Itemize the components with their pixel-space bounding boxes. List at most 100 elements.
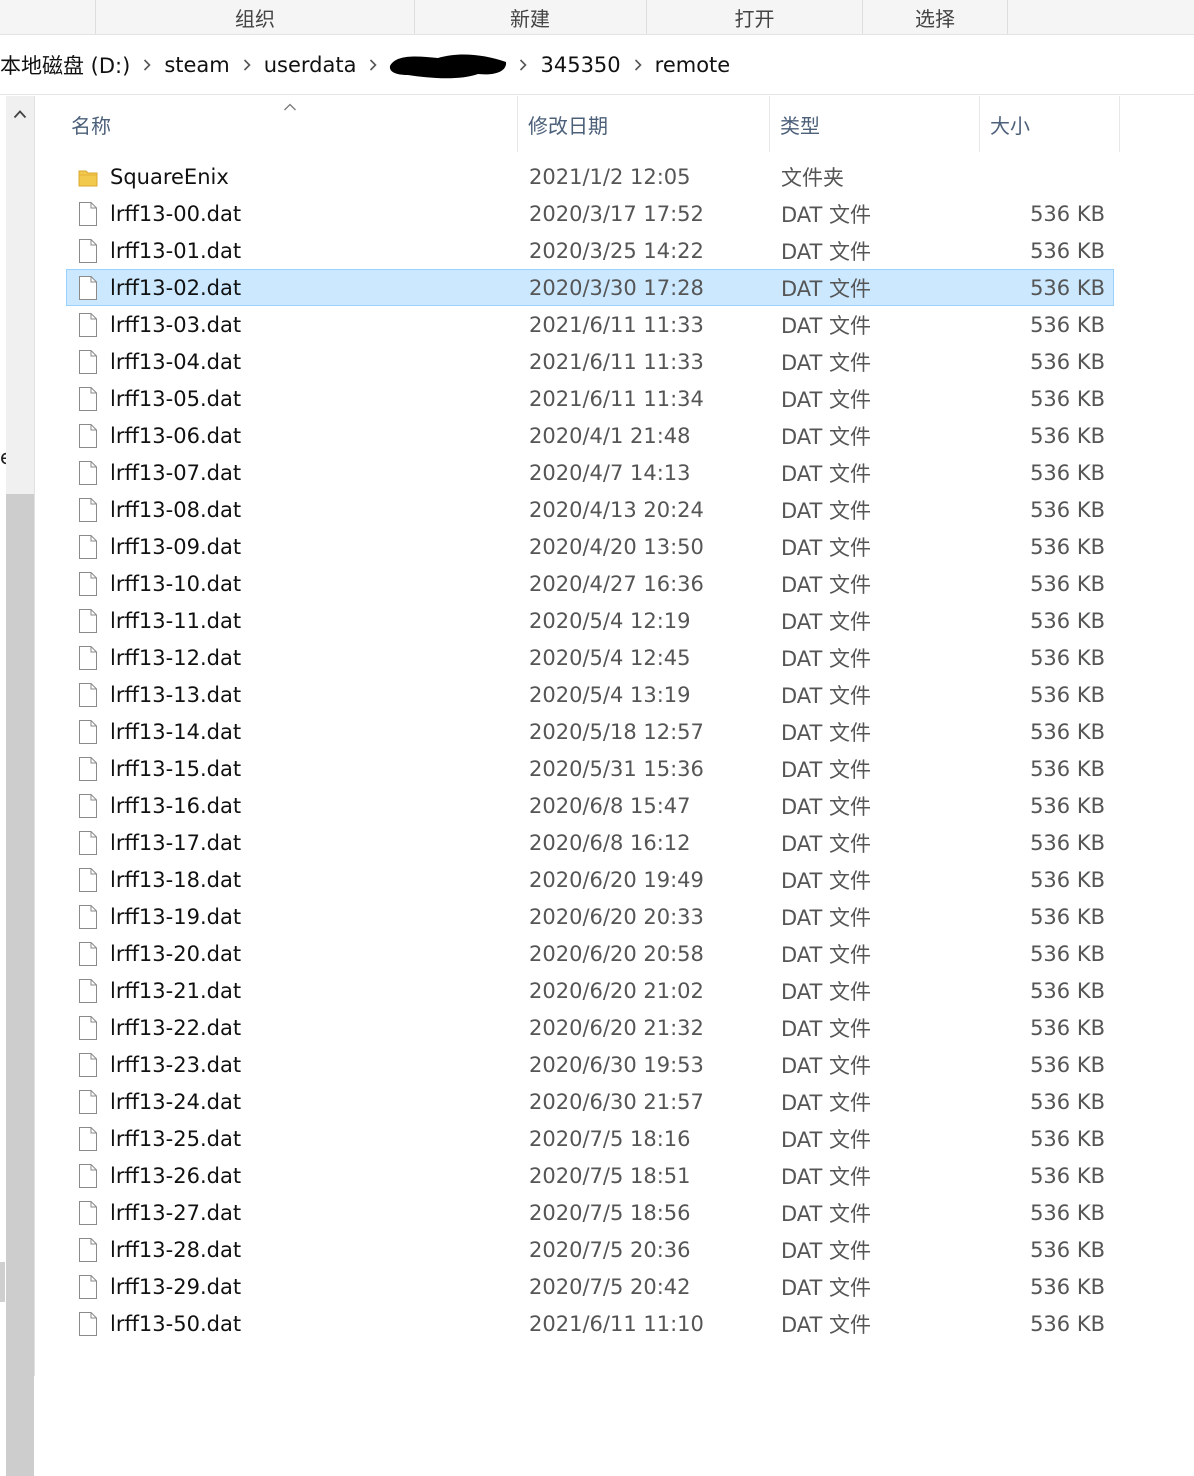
file-row[interactable]: lrff13-27.dat 2020/7/5 18:56 DAT 文件 536 KB bbox=[66, 1194, 1114, 1231]
file-type: DAT 文件 bbox=[781, 646, 872, 671]
file-row[interactable]: lrff13-10.dat 2020/4/27 16:36 DAT 文件 536 KB bbox=[66, 565, 1114, 602]
file-name: lrff13-16.dat bbox=[110, 793, 242, 818]
column-header-type[interactable]: 类型 bbox=[770, 96, 980, 152]
file-row[interactable]: lrff13-11.dat 2020/5/4 12:19 DAT 文件 536 KB bbox=[66, 602, 1114, 639]
file-row[interactable]: lrff13-29.dat 2020/7/5 20:42 DAT 文件 536 KB bbox=[66, 1268, 1114, 1305]
file-icon bbox=[77, 978, 99, 1004]
file-row[interactable]: lrff13-25.dat 2020/7/5 18:16 DAT 文件 536 KB bbox=[66, 1120, 1114, 1157]
file-row[interactable]: lrff13-18.dat 2020/6/20 19:49 DAT 文件 536 KB bbox=[66, 861, 1114, 898]
file-modified-date: 2020/6/30 19:53 bbox=[529, 1052, 704, 1077]
file-size: 536 KB bbox=[1030, 719, 1105, 744]
file-icon bbox=[77, 1237, 99, 1263]
file-type: DAT 文件 bbox=[781, 535, 872, 560]
file-name: lrff13-11.dat bbox=[110, 608, 242, 633]
file-icon bbox=[77, 275, 99, 301]
file-type: DAT 文件 bbox=[781, 979, 872, 1004]
file-row[interactable]: lrff13-19.dat 2020/6/20 20:33 DAT 文件 536 KB bbox=[66, 898, 1114, 935]
file-size: 536 KB bbox=[1030, 1052, 1105, 1077]
file-modified-date: 2020/5/4 13:19 bbox=[529, 682, 691, 707]
file-row[interactable]: lrff13-03.dat 2021/6/11 11:33 DAT 文件 536 KB bbox=[66, 306, 1114, 343]
breadcrumb-item-appid[interactable]: 345350 bbox=[534, 53, 626, 77]
breadcrumb-item-redacted[interactable] bbox=[388, 48, 508, 82]
file-size: 536 KB bbox=[1030, 793, 1105, 818]
ribbon-group-new[interactable]: 新建 bbox=[414, 0, 647, 34]
file-row[interactable]: lrff13-26.dat 2020/7/5 18:51 DAT 文件 536 KB bbox=[66, 1157, 1114, 1194]
ribbon-group-organize[interactable]: 组织 bbox=[95, 0, 415, 34]
file-icon bbox=[77, 719, 99, 745]
file-row[interactable]: lrff13-09.dat 2020/4/20 13:50 DAT 文件 536 KB bbox=[66, 528, 1114, 565]
file-name: lrff13-10.dat bbox=[110, 571, 242, 596]
file-name: lrff13-08.dat bbox=[110, 497, 242, 522]
chevron-right-icon[interactable] bbox=[512, 59, 534, 71]
file-name: lrff13-05.dat bbox=[110, 386, 242, 411]
breadcrumb-item-drive[interactable]: 本地磁盘 (D:) bbox=[0, 50, 136, 80]
file-type: DAT 文件 bbox=[781, 794, 872, 819]
chevron-right-icon[interactable] bbox=[136, 59, 158, 71]
file-size: 536 KB bbox=[1030, 830, 1105, 855]
chevron-right-icon[interactable] bbox=[627, 59, 649, 71]
file-row[interactable]: lrff13-08.dat 2020/4/13 20:24 DAT 文件 536 KB bbox=[66, 491, 1114, 528]
file-row[interactable]: lrff13-15.dat 2020/5/31 15:36 DAT 文件 536 KB bbox=[66, 750, 1114, 787]
vertical-scrollbar[interactable] bbox=[6, 96, 35, 1476]
scrollbar-track[interactable] bbox=[6, 132, 34, 494]
file-type: DAT 文件 bbox=[781, 757, 872, 782]
column-header-date[interactable]: 修改日期 bbox=[518, 96, 770, 152]
file-row[interactable]: lrff13-14.dat 2020/5/18 12:57 DAT 文件 536 KB bbox=[66, 713, 1114, 750]
file-size: 536 KB bbox=[1030, 682, 1105, 707]
file-icon bbox=[77, 904, 99, 930]
file-type: DAT 文件 bbox=[781, 461, 872, 486]
file-type: DAT 文件 bbox=[781, 1312, 872, 1337]
breadcrumb-item-userdata[interactable]: userdata bbox=[258, 53, 363, 77]
file-row[interactable]: lrff13-06.dat 2020/4/1 21:48 DAT 文件 536 KB bbox=[66, 417, 1114, 454]
file-size: 536 KB bbox=[1030, 275, 1105, 300]
file-modified-date: 2020/4/20 13:50 bbox=[529, 534, 704, 559]
file-row[interactable]: lrff13-20.dat 2020/6/20 20:58 DAT 文件 536 KB bbox=[66, 935, 1114, 972]
file-row[interactable]: lrff13-05.dat 2021/6/11 11:34 DAT 文件 536 KB bbox=[66, 380, 1114, 417]
file-size: 536 KB bbox=[1030, 1015, 1105, 1040]
chevron-right-icon[interactable] bbox=[236, 59, 258, 71]
file-icon bbox=[77, 571, 99, 597]
file-type: DAT 文件 bbox=[781, 572, 872, 597]
breadcrumb-item-remote[interactable]: remote bbox=[649, 53, 737, 77]
file-row[interactable]: lrff13-12.dat 2020/5/4 12:45 DAT 文件 536 KB bbox=[66, 639, 1114, 676]
file-row[interactable]: lrff13-17.dat 2020/6/8 16:12 DAT 文件 536 KB bbox=[66, 824, 1114, 861]
file-size: 536 KB bbox=[1030, 978, 1105, 1003]
file-size: 536 KB bbox=[1030, 1089, 1105, 1114]
file-modified-date: 2020/5/4 12:45 bbox=[529, 645, 691, 670]
file-modified-date: 2020/5/18 12:57 bbox=[529, 719, 704, 744]
column-header-size[interactable]: 大小 bbox=[980, 96, 1120, 152]
file-row[interactable]: SquareEnix 2021/1/2 12:05 文件夹 bbox=[66, 158, 1114, 195]
file-modified-date: 2020/7/5 18:16 bbox=[529, 1126, 691, 1151]
file-row[interactable]: lrff13-24.dat 2020/6/30 21:57 DAT 文件 536 KB bbox=[66, 1083, 1114, 1120]
file-modified-date: 2021/6/11 11:34 bbox=[529, 386, 704, 411]
file-row[interactable]: lrff13-13.dat 2020/5/4 13:19 DAT 文件 536 KB bbox=[66, 676, 1114, 713]
file-size: 536 KB bbox=[1030, 756, 1105, 781]
file-row[interactable]: lrff13-28.dat 2020/7/5 20:36 DAT 文件 536 KB bbox=[66, 1231, 1114, 1268]
file-type: DAT 文件 bbox=[781, 387, 872, 412]
file-row[interactable]: lrff13-04.dat 2021/6/11 11:33 DAT 文件 536 KB bbox=[66, 343, 1114, 380]
file-size: 536 KB bbox=[1030, 423, 1105, 448]
breadcrumb-item-steam[interactable]: steam bbox=[158, 53, 235, 77]
scrollbar-thumb[interactable] bbox=[6, 494, 34, 1476]
file-row[interactable]: lrff13-07.dat 2020/4/7 14:13 DAT 文件 536 KB bbox=[66, 454, 1114, 491]
file-row[interactable]: lrff13-21.dat 2020/6/20 21:02 DAT 文件 536 KB bbox=[66, 972, 1114, 1009]
chevron-right-icon[interactable] bbox=[362, 59, 384, 71]
file-row[interactable]: lrff13-16.dat 2020/6/8 15:47 DAT 文件 536 KB bbox=[66, 787, 1114, 824]
file-modified-date: 2020/6/20 21:32 bbox=[529, 1015, 704, 1040]
file-modified-date: 2021/6/11 11:10 bbox=[529, 1311, 704, 1336]
file-row[interactable]: lrff13-01.dat 2020/3/25 14:22 DAT 文件 536 KB bbox=[66, 232, 1114, 269]
file-name: lrff13-02.dat bbox=[110, 275, 242, 300]
file-name: lrff13-50.dat bbox=[110, 1311, 242, 1336]
file-modified-date: 2020/6/20 20:33 bbox=[529, 904, 704, 929]
file-row[interactable]: lrff13-22.dat 2020/6/20 21:32 DAT 文件 536 KB bbox=[66, 1009, 1114, 1046]
file-row[interactable]: lrff13-23.dat 2020/6/30 19:53 DAT 文件 536 KB bbox=[66, 1046, 1114, 1083]
file-name: lrff13-03.dat bbox=[110, 312, 242, 337]
file-row[interactable]: lrff13-00.dat 2020/3/17 17:52 DAT 文件 536 KB bbox=[66, 195, 1114, 232]
ribbon-group-open[interactable]: 打开 bbox=[647, 0, 863, 34]
file-row[interactable]: lrff13-50.dat 2021/6/11 11:10 DAT 文件 536 KB bbox=[66, 1305, 1114, 1342]
breadcrumb[interactable]: 本地磁盘 (D:) steam userdata 345350 remote bbox=[0, 36, 1194, 95]
file-row-selected[interactable]: lrff13-02.dat 2020/3/30 17:28 DAT 文件 536 KB bbox=[66, 269, 1114, 306]
file-type: 文件夹 bbox=[781, 165, 844, 190]
ribbon-group-select[interactable]: 选择 bbox=[863, 0, 1008, 34]
scroll-up-arrow-icon[interactable] bbox=[6, 96, 34, 132]
